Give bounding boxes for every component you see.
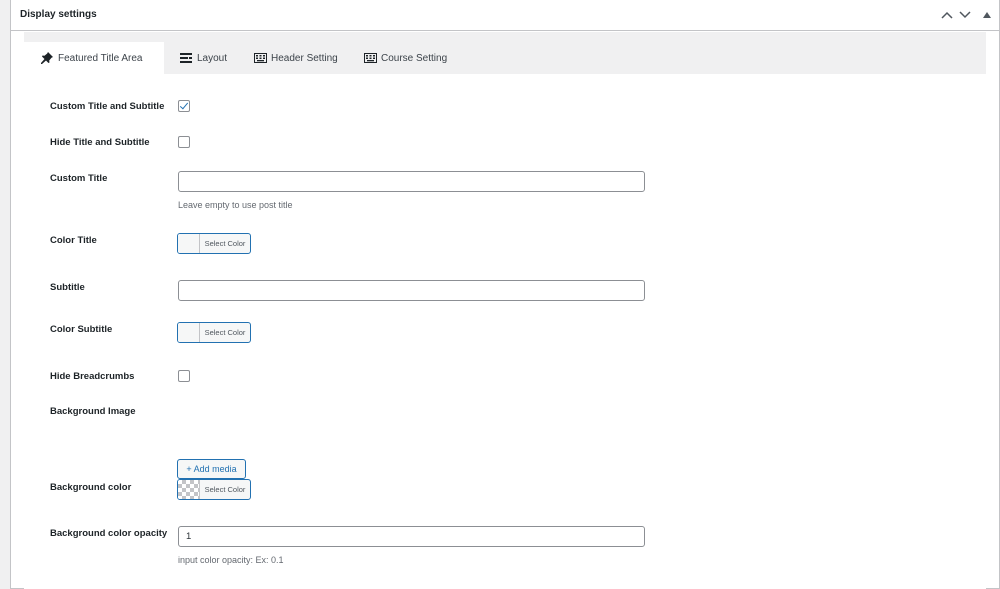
hide-title-subtitle-label: Hide Title and Subtitle: [50, 137, 150, 148]
thumbtack-icon: [40, 52, 54, 64]
subtitle-label: Subtitle: [50, 282, 85, 293]
background-opacity-hint: input color opacity: Ex: 0.1: [178, 555, 284, 565]
tab-featured-title-area[interactable]: Featured Title Area: [24, 42, 164, 74]
color-title-label: Color Title: [50, 235, 97, 246]
transparent-swatch: [178, 480, 200, 499]
featured-title-panel: Custom Title and Subtitle Hide Title and…: [24, 74, 986, 589]
tab-header-setting[interactable]: Header Setting: [253, 42, 344, 74]
tab-label: Featured Title Area: [58, 52, 143, 64]
background-opacity-label: Background color opacity: [50, 528, 168, 539]
tab-label: Header Setting: [271, 52, 338, 64]
background-image-label: Background Image: [50, 406, 136, 417]
move-down-icon[interactable]: [957, 7, 973, 23]
select-color-label: Select Color: [204, 239, 246, 248]
move-up-icon[interactable]: [939, 7, 955, 23]
tab-course-setting[interactable]: Course Setting: [363, 42, 453, 74]
hide-title-subtitle-checkbox[interactable]: [178, 136, 190, 148]
metabox-header: Display settings: [11, 0, 999, 31]
keyboard-icon: [253, 52, 267, 64]
custom-title-subtitle-label: Custom Title and Subtitle: [50, 101, 165, 112]
hide-breadcrumbs-label: Hide Breadcrumbs: [50, 371, 135, 382]
toggle-panel-icon[interactable]: [979, 7, 995, 23]
color-swatch: [178, 234, 200, 253]
background-color-label: Background color: [50, 482, 132, 493]
subtitle-input[interactable]: [178, 280, 645, 301]
tab-layout[interactable]: Layout: [179, 42, 233, 74]
tab-label: Course Setting: [381, 52, 448, 64]
tab-label: Layout: [197, 52, 228, 64]
color-subtitle-picker[interactable]: Select Color: [177, 322, 251, 343]
layout-icon: [179, 52, 193, 64]
custom-title-input[interactable]: [178, 171, 645, 192]
metabox-title: Display settings: [20, 9, 97, 20]
keyboard-icon: [363, 52, 377, 64]
color-swatch: [178, 323, 200, 342]
custom-title-label: Custom Title: [50, 173, 108, 184]
hide-breadcrumbs-checkbox[interactable]: [178, 370, 190, 382]
custom-title-hint: Leave empty to use post title: [178, 200, 293, 210]
background-color-picker[interactable]: Select Color: [177, 479, 251, 500]
tabs-container: Featured Title Area Layout Header Settin…: [24, 32, 986, 589]
display-settings-metabox: Display settings Featured Title Area Lay…: [10, 0, 1000, 589]
custom-title-subtitle-checkbox[interactable]: [178, 100, 190, 112]
select-color-label: Select Color: [204, 328, 246, 337]
select-color-label: Select Color: [204, 485, 246, 494]
color-title-picker[interactable]: Select Color: [177, 233, 251, 254]
background-opacity-input[interactable]: [178, 526, 645, 547]
color-subtitle-label: Color Subtitle: [50, 324, 113, 335]
add-media-button[interactable]: + Add media: [177, 459, 246, 479]
